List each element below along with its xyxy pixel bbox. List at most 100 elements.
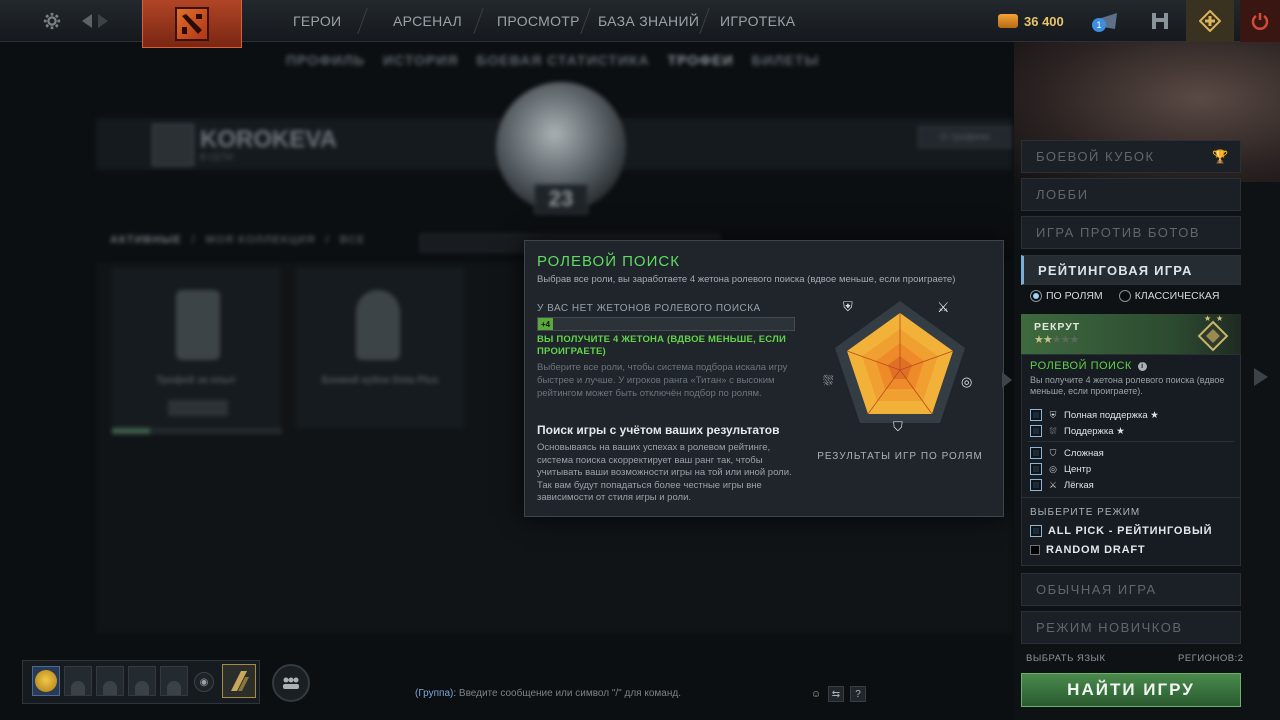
armory-icon bbox=[1152, 13, 1168, 29]
role-support[interactable]: ⛆ Поддержка ★ bbox=[1030, 424, 1125, 438]
find-match-button[interactable]: НАЙТИ ИГРУ bbox=[1021, 673, 1241, 707]
nav-separator bbox=[473, 8, 484, 34]
trophy-icon bbox=[176, 290, 220, 360]
subnav-trophies[interactable]: ТРОФЕИ bbox=[668, 52, 734, 70]
nav-learn[interactable]: БАЗА ЗНАНИЙ bbox=[598, 0, 699, 42]
mode-label: ALL PICK - РЕЙТИНГОВЫЙ bbox=[1048, 525, 1213, 537]
mode-new-player[interactable]: РЕЖИМ НОВИЧКОВ bbox=[1021, 611, 1241, 644]
role-label: Поддержка ★ bbox=[1064, 425, 1125, 437]
role-checkbox[interactable] bbox=[1030, 447, 1042, 459]
chat-wheel-icon[interactable]: ⇆ bbox=[828, 686, 844, 702]
subnav-history[interactable]: ИСТОРИЯ bbox=[383, 52, 458, 70]
dota-logo[interactable] bbox=[142, 0, 242, 48]
radio-classic[interactable] bbox=[1118, 290, 1131, 302]
tab-collection[interactable]: МОЯ КОЛЛЕКЦИЯ bbox=[206, 234, 316, 246]
rank-stars: ★★★★★ bbox=[1034, 333, 1079, 346]
mode-label: БОЕВОЙ КУБОК bbox=[1036, 149, 1155, 164]
tab-all[interactable]: ВСЕ bbox=[340, 234, 366, 246]
mode-ranked[interactable]: РЕЙТИНГОВАЯ ИГРА bbox=[1021, 255, 1241, 285]
role-offlane[interactable]: ⛉ Сложная bbox=[1030, 446, 1104, 460]
subnav-tickets[interactable]: БИЛЕТЫ bbox=[752, 52, 820, 70]
nav-heroes[interactable]: ГЕРОИ bbox=[293, 0, 341, 42]
subnav-profile[interactable]: ПРОФИЛЬ bbox=[286, 52, 365, 70]
nav-armory[interactable]: АРСЕНАЛ bbox=[393, 0, 462, 42]
matchmaking-type: ПО РОЛЯМ КЛАССИЧЕСКАЯ bbox=[1030, 290, 1219, 302]
token-label: У ВАС НЕТ ЖЕТОНОВ РОЛЕВОГО ПОИСКА bbox=[537, 303, 761, 314]
party-slot[interactable] bbox=[160, 666, 188, 696]
chat-channel: (Группа): bbox=[415, 688, 457, 699]
popup-description-2: Основываясь на ваших успехах в ролевом р… bbox=[537, 442, 792, 503]
shards-balance[interactable]: 36 400 bbox=[998, 0, 1064, 42]
party-slot[interactable] bbox=[96, 666, 124, 696]
role-mid[interactable]: ◎ Центр bbox=[1030, 462, 1091, 476]
nav-arcade[interactable]: ИГРОТЕКА bbox=[720, 0, 795, 42]
mode-all-pick[interactable]: ALL PICK - РЕЙТИНГОВЫЙ bbox=[1030, 525, 1212, 537]
nav-separator bbox=[699, 8, 710, 34]
role-label: Сложная bbox=[1064, 447, 1104, 459]
rank-badge[interactable] bbox=[222, 664, 256, 698]
power-icon bbox=[1251, 13, 1269, 30]
popup-pointer bbox=[1002, 372, 1012, 388]
trophy-progress-fill bbox=[112, 428, 150, 434]
role-checkbox[interactable] bbox=[1030, 463, 1042, 475]
power-button[interactable] bbox=[1240, 0, 1280, 42]
tab-active[interactable]: АКТИВНЫЕ bbox=[110, 234, 182, 246]
radio-classic-label: КЛАССИЧЕСКАЯ bbox=[1134, 290, 1220, 302]
avatar bbox=[152, 124, 194, 166]
nav-watch[interactable]: ПРОСМОТР bbox=[497, 0, 580, 42]
mode-random-draft[interactable]: RANDOM DRAFT bbox=[1030, 544, 1145, 556]
level-number: 23 bbox=[534, 184, 588, 214]
shards-value: 36 400 bbox=[1024, 13, 1064, 29]
role-search-heading: РОЛЕВОЙ ПОИСК i bbox=[1030, 360, 1147, 372]
mode-select-title: ВЫБЕРИТЕ РЕЖИМ bbox=[1030, 507, 1141, 518]
role-checkbox[interactable] bbox=[1030, 479, 1042, 491]
avatar bbox=[35, 670, 57, 692]
mode-checkbox[interactable] bbox=[1030, 545, 1040, 555]
role-hard-support[interactable]: ⛨ Полная поддержка ★ bbox=[1030, 408, 1159, 422]
armory-button[interactable] bbox=[1140, 0, 1180, 42]
language-select[interactable]: ВЫБРАТЬ ЯЗЫК bbox=[1026, 653, 1106, 664]
party-slot[interactable] bbox=[128, 666, 156, 696]
gear-icon[interactable] bbox=[38, 0, 66, 42]
mode-bots[interactable]: ИГРА ПРОТИВ БОТОВ bbox=[1021, 216, 1241, 249]
dota-logo-icon bbox=[175, 6, 209, 41]
role-search-tooltip: РОЛЕВОЙ ПОИСК Выбрав все роли, вы зарабо… bbox=[524, 240, 1004, 517]
radio-roles[interactable] bbox=[1030, 290, 1042, 302]
cup-icon bbox=[356, 290, 400, 360]
dota-client: ГЕРОИ АРСЕНАЛ ПРОСМОТР БАЗА ЗНАНИЙ ИГРОТ… bbox=[0, 0, 1280, 720]
regions-select[interactable]: РЕГИОНОВ:2 bbox=[1178, 653, 1244, 664]
forward-icon[interactable] bbox=[96, 0, 110, 42]
tab-separator: / bbox=[325, 234, 330, 246]
role-carry[interactable]: ⚔ Лёгкая bbox=[1030, 478, 1094, 492]
nav-separator bbox=[580, 8, 591, 34]
mode-lobby[interactable]: ЛОББИ bbox=[1021, 178, 1241, 211]
plus-button[interactable] bbox=[1186, 0, 1234, 42]
trophy-tabs: АКТИВНЫЕ / МОЯ КОЛЛЕКЦИЯ / ВСЕ bbox=[110, 234, 365, 246]
mode-unranked[interactable]: ОБЫЧНАЯ ИГРА bbox=[1021, 573, 1241, 606]
role-checkbox[interactable] bbox=[1030, 409, 1042, 421]
voice-icon[interactable]: ◉ bbox=[194, 672, 214, 692]
back-icon[interactable] bbox=[80, 0, 94, 42]
info-icon[interactable]: i bbox=[1137, 361, 1147, 371]
emoji-icon[interactable]: ☺ bbox=[808, 686, 824, 702]
role-checkbox[interactable] bbox=[1030, 425, 1042, 437]
section-divider bbox=[1021, 497, 1241, 498]
party-slot[interactable] bbox=[64, 666, 92, 696]
mode-checkbox[interactable] bbox=[1030, 525, 1042, 537]
friends-icon bbox=[283, 677, 299, 689]
rank-title: РЕКРУТ bbox=[1034, 321, 1081, 333]
rank-medal-icon: ★ ★ bbox=[1197, 314, 1229, 352]
popup-heading: Поиск игры с учётом ваших результатов bbox=[537, 423, 780, 437]
mode-battle-cup[interactable]: БОЕВОЙ КУБОК 🏆 bbox=[1021, 140, 1241, 173]
subnav-stats[interactable]: БОЕВАЯ СТАТИСТИКА bbox=[476, 52, 649, 70]
support-icon: ⛆ bbox=[823, 373, 834, 388]
friends-button[interactable] bbox=[272, 664, 310, 702]
help-icon[interactable]: ? bbox=[850, 686, 866, 702]
party-slot-self[interactable] bbox=[32, 666, 60, 696]
chat-input[interactable]: (Группа): Введите сообщение или символ "… bbox=[415, 688, 681, 699]
person-icon bbox=[103, 681, 117, 695]
about-trophies-button[interactable]: О трофеях bbox=[918, 126, 1012, 148]
chart-label: РЕЗУЛЬТАТЫ ИГР ПО РОЛЯМ bbox=[817, 451, 983, 462]
role-search-subtitle: Вы получите 4 жетона ролевого поиска (вд… bbox=[1030, 375, 1225, 396]
expand-arrow-icon[interactable] bbox=[1254, 368, 1268, 386]
